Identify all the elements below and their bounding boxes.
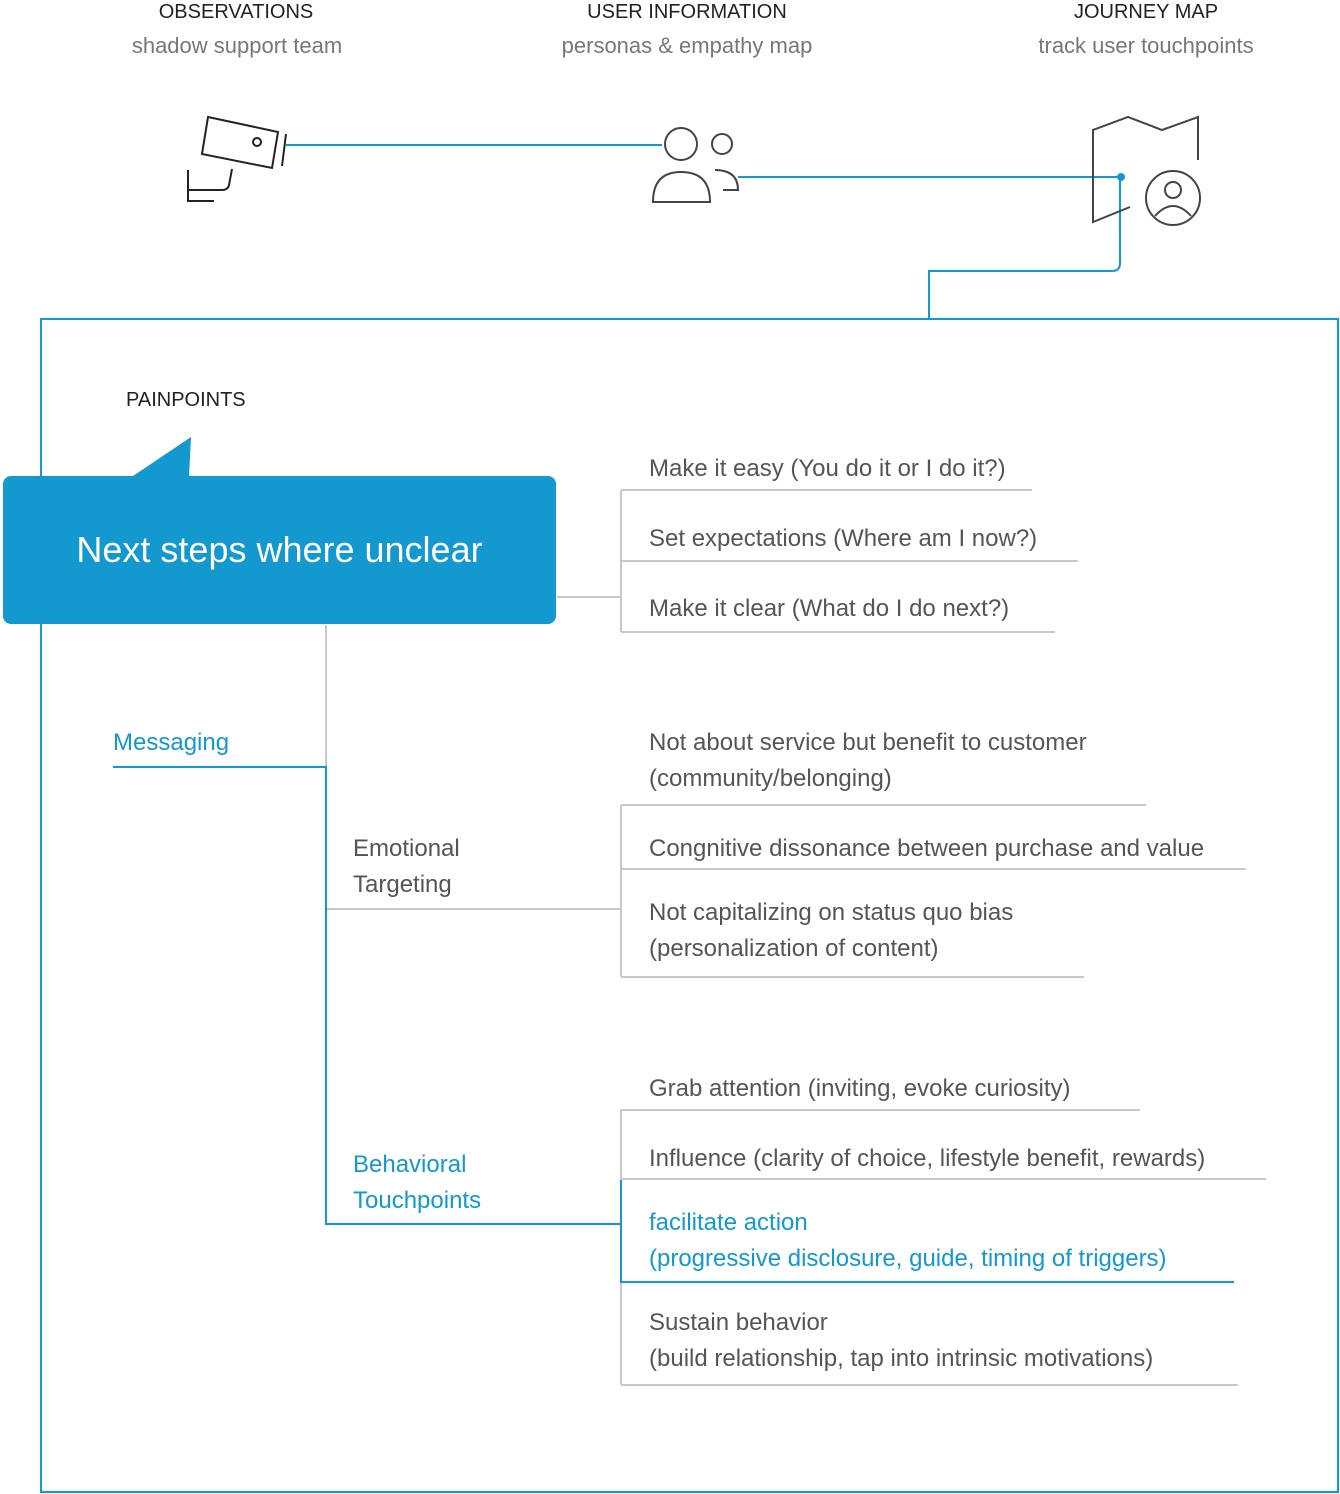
map-user-icon (1092, 115, 1201, 226)
branch-behavioral: Behavioral Touchpoints (353, 1151, 482, 1214)
stage-subtitle: personas & empathy map (561, 33, 813, 58)
stage-subtitle: track user touchpoints (1038, 33, 1254, 58)
list-item-highlighted: facilitate action (progressive disclosur… (649, 1209, 1167, 1272)
list-item: Sustain behavior (build relationship, ta… (649, 1309, 1154, 1372)
stage-title: OBSERVATIONS (158, 1, 314, 23)
section-label: PAINPOINTS (126, 389, 246, 411)
callout-tail (133, 437, 191, 477)
list-item: Not about service but benefit to custome… (649, 729, 1087, 792)
list-item: Make it easy (You do it or I do it?) (649, 455, 1006, 482)
callout: Next steps where unclear (3, 476, 556, 624)
branch-emotional: Emotional Targeting (353, 835, 460, 898)
list-item: Not capitalizing on status quo bias (per… (649, 899, 1014, 962)
list-item: Grab attention (inviting, evoke curiosit… (649, 1075, 1071, 1102)
list-item: Congnitive dissonance between purchase a… (649, 835, 1205, 862)
list-item: Make it clear (What do I do next?) (649, 595, 1010, 622)
branch-messaging: Messaging (113, 729, 230, 756)
stage-subtitle: shadow support team (131, 33, 343, 58)
security-camera-icon (187, 115, 287, 202)
stage-title: JOURNEY MAP (1073, 1, 1219, 23)
list-item: Influence (clarity of choice, lifestyle … (649, 1145, 1206, 1172)
list-item: Set expectations (Where am I now?) (649, 525, 1038, 552)
stage-title: USER INFORMATION (587, 1, 787, 23)
connector-dot (1117, 173, 1125, 181)
users-icon (651, 127, 740, 203)
connector-3 (928, 177, 1121, 319)
